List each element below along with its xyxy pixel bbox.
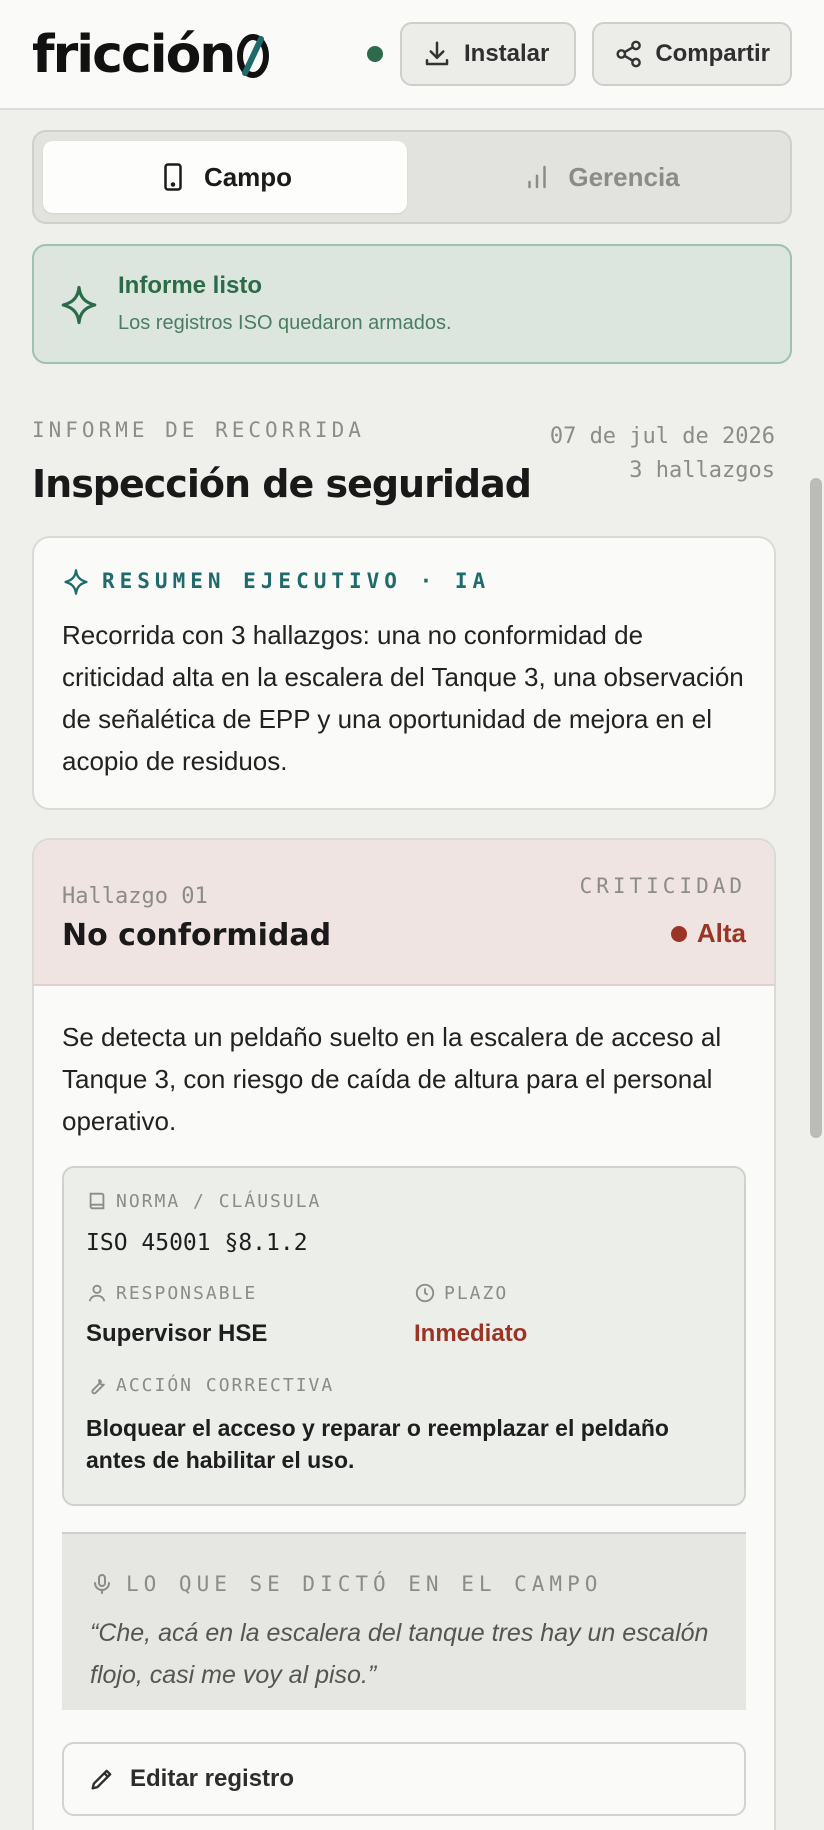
report-ready-alert: Informe listo Los registros ISO quedaron… (32, 244, 792, 364)
sparkle-icon (61, 285, 97, 325)
report-date: 07 de jul de 2026 (549, 424, 775, 449)
tab-gerencia-label: Gerencia (568, 161, 680, 192)
alert-text: Los registros ISO quedaron armados. (118, 312, 452, 334)
clock-icon (415, 1283, 435, 1303)
edit-record-label: Editar registro (130, 1765, 295, 1792)
responsible-value: Supervisor HSE (86, 1320, 268, 1347)
finding-description: Se detecta un peldaño suelto en la escal… (62, 1022, 722, 1136)
deadline-value: Inmediato (414, 1320, 528, 1347)
criticality-dot (670, 925, 687, 942)
report-title: Inspección de seguridad (32, 462, 532, 506)
bar-chart-icon (528, 165, 547, 189)
dictation-text: “Che, acá en la escalera del tanque tres… (90, 1619, 709, 1689)
dictation-label-row: LO QUE SE DICTÓ EN EL CAMPO (90, 1572, 602, 1596)
responsible-label-row: RESPONSABLE (86, 1282, 257, 1304)
summary-text: Recorrida con 3 hallazgos: una no confor… (62, 620, 744, 776)
app-logo: fricción (32, 24, 270, 86)
criticality-label: CRITICIDAD (579, 874, 746, 898)
microphone-icon (94, 1574, 110, 1594)
share-label: Compartir (655, 40, 770, 67)
responsible-label: RESPONSABLE (116, 1282, 258, 1304)
pencil-icon (91, 1769, 112, 1790)
criticality-value: Alta (696, 918, 746, 948)
share-button[interactable]: Compartir (592, 22, 792, 86)
tab-campo[interactable]: Campo (43, 141, 407, 213)
view-switcher: Campo Gerencia (32, 130, 792, 224)
dictation-label: LO QUE SE DICTÓ EN EL CAMPO (126, 1572, 603, 1596)
logo-text: fricción (32, 25, 236, 85)
download-icon (425, 41, 449, 66)
sparkle-icon (64, 569, 88, 595)
finding-number: Hallazgo 01 (62, 884, 208, 909)
finding-details-box: NORMA / CLÁUSULA ISO 45001 §8.1.2 RESPON… (62, 1166, 746, 1506)
app-header: fricción Instalar Compartir (0, 0, 824, 110)
scrollbar-thumb[interactable] (810, 478, 822, 1138)
norm-label-row: NORMA / CLÁUSULA (86, 1190, 321, 1212)
install-label: Instalar (464, 40, 550, 67)
tab-campo-label: Campo (203, 161, 293, 192)
install-button[interactable]: Instalar (400, 22, 576, 86)
deadline-label: PLAZO (444, 1282, 509, 1304)
norm-label: NORMA / CLÁUSULA (116, 1190, 322, 1212)
edit-record-button[interactable]: Editar registro (62, 1742, 746, 1816)
user-icon (88, 1284, 106, 1302)
book-icon (89, 1192, 105, 1210)
wrench-icon (91, 1379, 105, 1395)
finding-header: Hallazgo 01 No conformidad CRITICIDAD Al… (34, 840, 774, 986)
scrollbar-track[interactable] (808, 110, 824, 1830)
report-findings-count: 3 hallazgos (629, 458, 775, 483)
action-label-row: ACCIÓN CORRECTIVA (86, 1374, 334, 1396)
logo-zero-mark (237, 34, 270, 78)
alert-title: Informe listo (118, 272, 263, 299)
online-status-dot (367, 46, 383, 62)
action-value: Bloquear el acceso y reparar o reemplaza… (86, 1415, 669, 1473)
executive-summary-card: RESUMEN EJECUTIVO · IA Recorrida con 3 h… (32, 536, 776, 810)
summary-label: RESUMEN EJECUTIVO · IA (102, 569, 491, 593)
deadline-label-row: PLAZO (414, 1282, 508, 1304)
report-kicker: INFORME DE RECORRIDA (32, 418, 365, 442)
criticality-badge: Alta (670, 918, 746, 949)
phone-icon (164, 163, 182, 191)
field-dictation-box: LO QUE SE DICTÓ EN EL CAMPO “Che, acá en… (62, 1532, 746, 1710)
finding-card: Hallazgo 01 No conformidad CRITICIDAD Al… (32, 838, 776, 1830)
share-icon (616, 40, 641, 68)
action-label: ACCIÓN CORRECTIVA (116, 1374, 335, 1396)
norm-value: ISO 45001 §8.1.2 (86, 1230, 308, 1256)
finding-type: No conformidad (62, 918, 332, 953)
tab-gerencia[interactable]: Gerencia (419, 141, 783, 213)
